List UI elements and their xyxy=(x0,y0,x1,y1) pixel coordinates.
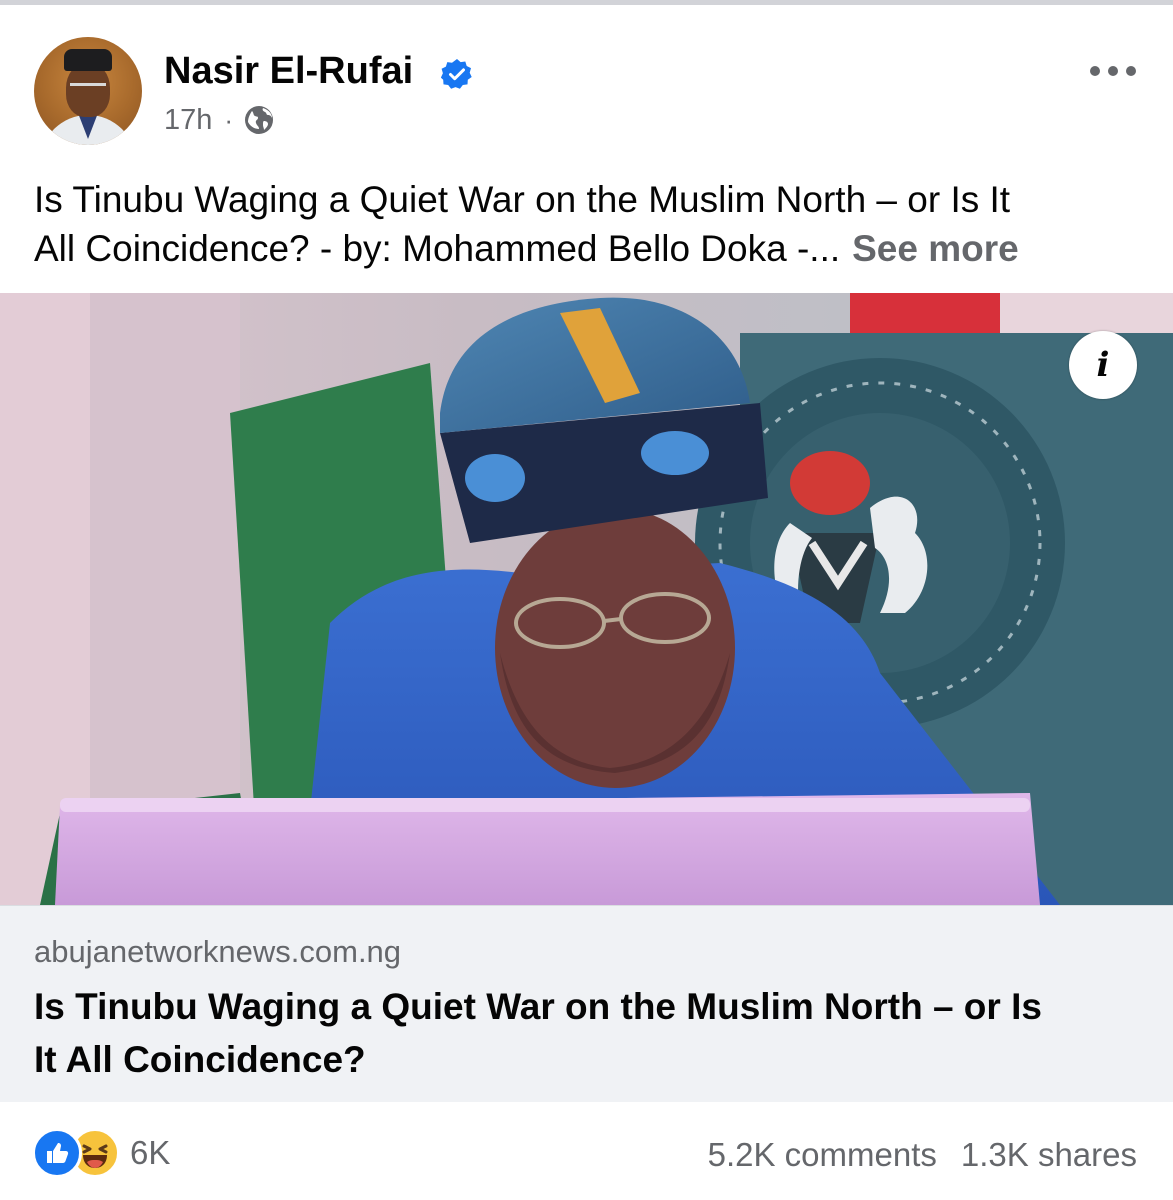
info-icon[interactable]: i xyxy=(1069,331,1137,399)
author-name[interactable]: Nasir El-Rufai xyxy=(164,49,413,93)
caption-line-2: All Coincidence? - by: Mohammed Bello Do… xyxy=(34,224,1144,273)
post-meta: 17h · xyxy=(164,103,275,137)
avatar-glasses xyxy=(70,83,106,94)
link-domain: abujanetworknews.com.ng xyxy=(34,934,402,969)
see-more-link[interactable]: See more xyxy=(852,228,1019,269)
caption-line-1: Is Tinubu Waging a Quiet War on the Musl… xyxy=(34,179,1011,220)
thumbs-up-icon xyxy=(47,1143,69,1163)
caption-text-2: All Coincidence? - by: Mohammed Bello Do… xyxy=(34,228,841,269)
post-timestamp[interactable]: 17h xyxy=(164,103,212,137)
link-preview[interactable]: abujanetworknews.com.ng Is Tinubu Waging… xyxy=(0,905,1173,1102)
post-photo[interactable]: i xyxy=(0,293,1173,905)
shares-count[interactable]: 1.3K shares xyxy=(961,1136,1137,1173)
meta-separator: · xyxy=(224,105,234,135)
photo-illustration xyxy=(0,293,1173,905)
verified-badge-icon xyxy=(441,59,472,89)
more-options-icon[interactable] xyxy=(1088,61,1138,81)
avatar-cap xyxy=(64,49,112,71)
link-title-line-2: It All Coincidence? xyxy=(34,1039,366,1080)
globe-icon[interactable] xyxy=(243,104,275,136)
reaction-count: 6K xyxy=(130,1134,171,1171)
reactions-summary[interactable]: 6K xyxy=(32,1128,171,1178)
post-caption: Is Tinubu Waging a Quiet War on the Musl… xyxy=(34,175,1144,273)
link-title[interactable]: Is Tinubu Waging a Quiet War on the Musl… xyxy=(34,980,1144,1086)
feed-post: Nasir El-Rufai 17h · Is Tinubu Waging a … xyxy=(0,5,1173,1200)
link-title-line-1: Is Tinubu Waging a Quiet War on the Musl… xyxy=(34,986,1042,1027)
like-icon xyxy=(32,1128,82,1178)
engagement-stats: 5.2K comments 1.3K shares xyxy=(708,1135,1137,1175)
author-avatar[interactable] xyxy=(34,37,142,145)
comments-count[interactable]: 5.2K comments xyxy=(708,1136,937,1173)
